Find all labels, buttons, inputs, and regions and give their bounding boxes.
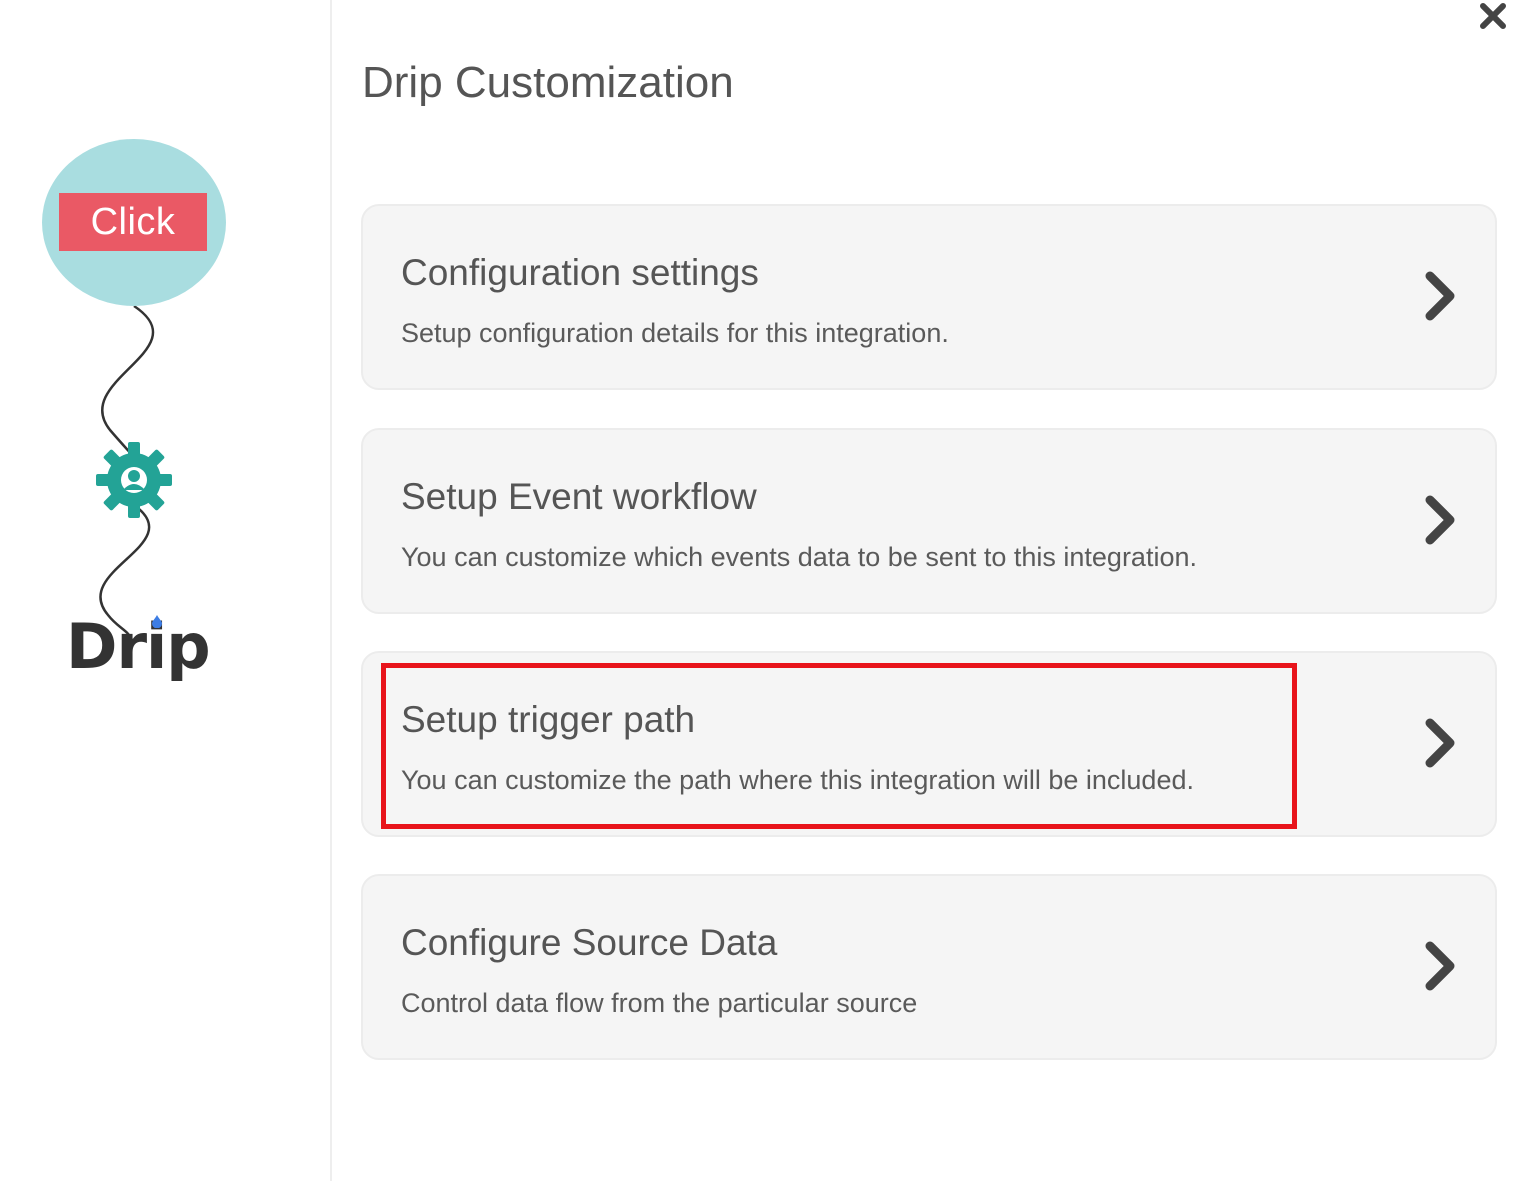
drip-logo-text: Drip [66,610,211,683]
close-icon[interactable] [1478,2,1508,30]
drip-logo: Drip [66,605,226,689]
option-card-setup-trigger-path[interactable]: Setup trigger path You can customize the… [361,651,1497,837]
source-badge: Click [59,193,207,251]
option-description: You can customize the path where this in… [401,765,1194,795]
option-description: Control data flow from the particular so… [401,988,918,1018]
option-card-setup-event-workflow[interactable]: Setup Event workflow You can customize w… [361,428,1497,614]
chevron-right-icon[interactable] [1423,270,1457,322]
option-description: Setup configuration details for this int… [401,318,949,348]
page-title: Drip Customization [362,58,734,107]
option-card-configuration-settings[interactable]: Configuration settings Setup configurati… [361,204,1497,390]
chevron-right-icon[interactable] [1423,940,1457,992]
option-description: You can customize which events data to b… [401,542,1197,572]
drip-customization-page: Click Drip Drip Customization Configurat… [0,0,1536,1181]
option-card-configure-source-data[interactable]: Configure Source Data Control data flow … [361,874,1497,1060]
chevron-right-icon[interactable] [1423,717,1457,769]
integration-flow-panel: Click Drip [0,0,332,1181]
option-title: Configuration settings [401,252,759,293]
drop-icon [152,615,162,628]
option-title: Setup trigger path [401,699,696,740]
option-title: Configure Source Data [401,922,778,963]
option-title: Setup Event workflow [401,476,757,517]
gear-icon [96,442,172,518]
chevron-right-icon[interactable] [1423,494,1457,546]
